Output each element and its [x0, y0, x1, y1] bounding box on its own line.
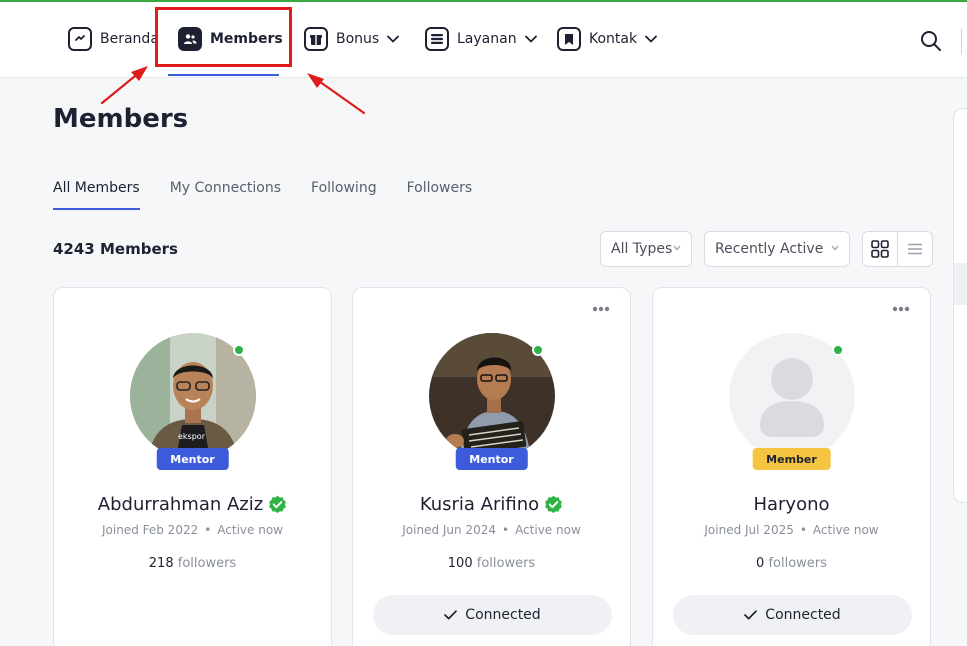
member-card[interactable]: Mentor Kusria Arifino Joined Jun 2024 • Ac…	[352, 287, 631, 646]
connected-button[interactable]: Connected	[373, 595, 612, 635]
side-panel	[953, 108, 967, 503]
connected-label: Connected	[465, 607, 541, 623]
list-view-button[interactable]	[898, 232, 933, 266]
sort-value: Recently Active	[715, 241, 824, 257]
followers-count: 100 followers	[353, 556, 630, 571]
followers-count: 0 followers	[653, 556, 930, 571]
separator-dot: •	[501, 523, 510, 537]
member-meta: Joined Jun 2024 • Active now	[353, 523, 630, 537]
more-options-icon[interactable]	[892, 306, 910, 312]
activity-status: Active now	[217, 523, 283, 537]
check-icon	[744, 610, 758, 620]
more-options-icon[interactable]	[592, 306, 610, 312]
member-name-text: Kusria Arifino	[419, 494, 540, 515]
type-filter-value: All Types	[611, 241, 673, 257]
list-icon	[907, 243, 922, 255]
followers-label: followers	[177, 556, 237, 571]
member-tabs: All Members My Connections Following Fol…	[53, 180, 502, 210]
avatar-wrapper: ekspor	[130, 333, 256, 459]
verified-icon	[269, 495, 287, 514]
followers-number: 218	[148, 556, 174, 571]
role-badge: Member	[752, 448, 831, 470]
chevron-down-icon	[831, 245, 839, 251]
joined-date: Joined Jun 2024	[402, 523, 496, 537]
followers-label: followers	[476, 556, 536, 571]
grid-view-button[interactable]	[863, 232, 898, 266]
joined-date: Joined Jul 2025	[704, 523, 794, 537]
tab-all-members[interactable]: All Members	[53, 180, 140, 210]
connected-label: Connected	[765, 607, 841, 623]
followers-number: 0	[756, 556, 765, 571]
chevron-down-icon	[673, 245, 681, 251]
member-name[interactable]: Abdurrahman Aziz	[54, 494, 331, 515]
activity-status: Active now	[515, 523, 581, 537]
page-title: Members	[53, 104, 189, 134]
member-name[interactable]: Kusria Arifino	[353, 494, 630, 515]
view-toggle	[862, 231, 933, 267]
connected-button[interactable]: Connected	[673, 595, 912, 635]
member-name-text: Haryono	[753, 494, 830, 515]
online-indicator	[532, 344, 544, 356]
annotation-arrows	[100, 66, 366, 115]
member-card[interactable]: Member Haryono Joined Jul 2025 • Active no…	[652, 287, 931, 646]
svg-text:ekspor: ekspor	[178, 432, 206, 441]
tab-followers[interactable]: Followers	[407, 180, 473, 210]
online-indicator	[832, 344, 844, 356]
avatar-wrapper	[729, 333, 855, 459]
separator-dot: •	[204, 523, 212, 537]
joined-date: Joined Feb 2022	[101, 523, 199, 537]
members-count: 4243 Members	[53, 240, 178, 258]
type-filter-select[interactable]: All Types	[600, 231, 692, 267]
role-badge: Mentor	[455, 448, 528, 470]
followers-count: 218 followers	[54, 556, 331, 571]
activity-status: Active now	[812, 523, 879, 537]
tab-my-connections[interactable]: My Connections	[170, 180, 281, 210]
member-card[interactable]: ekspor Mentor Abdurrahman Aziz Joined Fe…	[53, 287, 332, 646]
separator-dot: •	[799, 523, 807, 537]
role-badge: Mentor	[156, 448, 229, 470]
grid-icon	[870, 240, 889, 258]
check-icon	[444, 610, 458, 620]
member-meta: Joined Jul 2025 • Active now	[653, 523, 930, 537]
online-indicator	[233, 344, 245, 356]
verified-icon	[545, 495, 563, 514]
member-name-text: Abdurrahman Aziz	[97, 494, 264, 515]
followers-number: 100	[447, 556, 473, 571]
tab-following[interactable]: Following	[311, 180, 377, 210]
followers-label: followers	[768, 556, 827, 571]
sort-select[interactable]: Recently Active	[704, 231, 850, 267]
member-name[interactable]: Haryono	[653, 494, 930, 515]
member-meta: Joined Feb 2022 • Active now	[54, 523, 331, 537]
side-panel-strip	[954, 263, 967, 305]
avatar-wrapper	[429, 333, 555, 459]
